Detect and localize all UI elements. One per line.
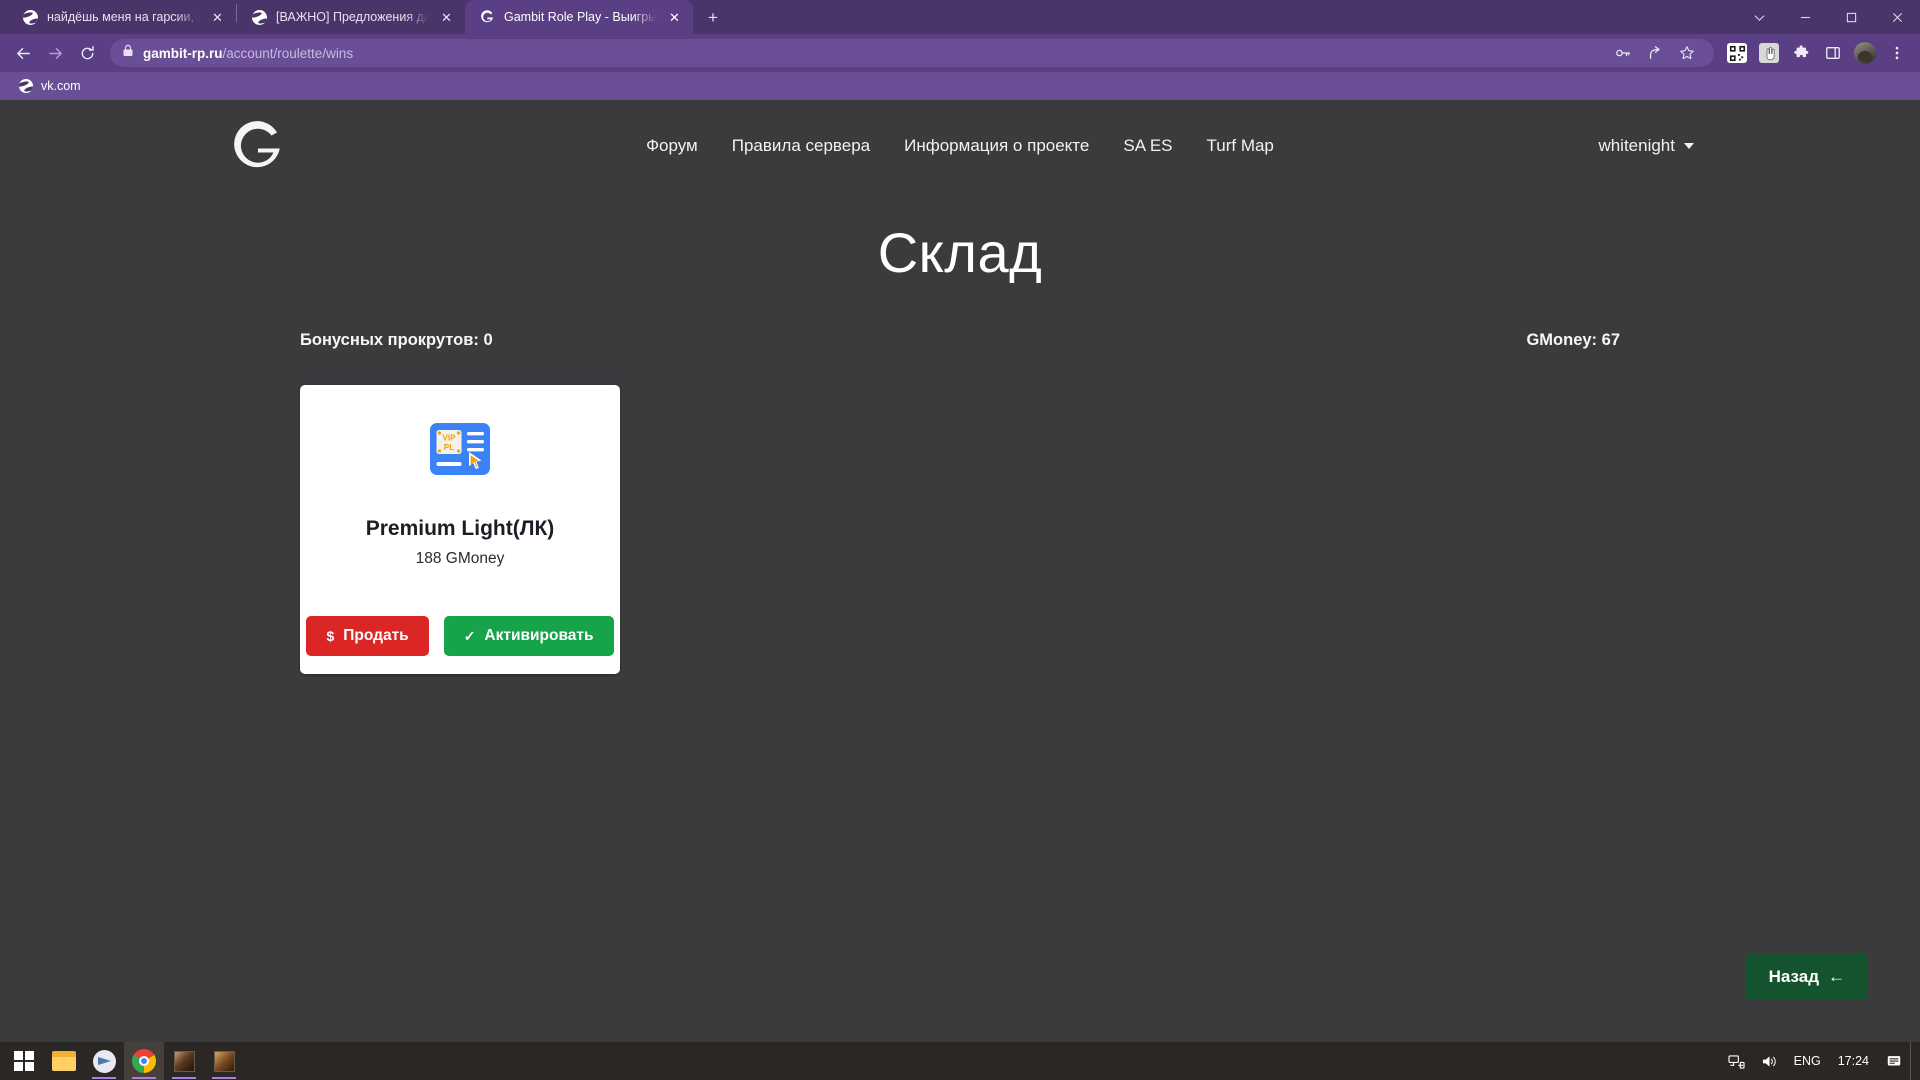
site-header: Форум Правила сервера Информация о проек… xyxy=(0,100,1920,192)
stats-row: Бонусных прокрутов: 0 GMoney: 67 xyxy=(0,331,1920,350)
address-bar[interactable]: gambit-rp.ru/account/roulette/wins xyxy=(110,39,1714,67)
nav-link-server-rules[interactable]: Правила сервера xyxy=(732,136,870,156)
nav-link-turf-map[interactable]: Turf Map xyxy=(1207,136,1274,156)
bookmarks-bar: vk.com xyxy=(0,72,1920,100)
bookmark-label: vk.com xyxy=(41,79,81,93)
share-icon[interactable] xyxy=(1640,38,1670,68)
hand-cursor-icon[interactable] xyxy=(1754,38,1784,68)
browser-tab-1[interactable]: найдёшь меня на гарсии, я там ✕ xyxy=(8,0,236,34)
sidepanel-icon[interactable] xyxy=(1818,38,1848,68)
globe-icon xyxy=(18,78,34,94)
gambit-icon xyxy=(479,9,495,25)
game-app-icon-1[interactable] xyxy=(164,1042,204,1080)
minimize-icon[interactable] xyxy=(1782,0,1828,34)
browser-tab-2[interactable]: [ВАЖНО] Предложения для пло ✕ xyxy=(237,0,465,34)
tab-close-icon[interactable]: ✕ xyxy=(438,9,455,26)
reload-icon[interactable] xyxy=(72,38,102,68)
dollar-icon: $ xyxy=(326,628,335,644)
checkmark-icon: ✓ xyxy=(463,627,476,644)
qr-code-icon[interactable] xyxy=(1722,38,1752,68)
game-app-icon-2[interactable] xyxy=(204,1042,244,1080)
lock-icon xyxy=(122,44,134,62)
maximize-icon[interactable] xyxy=(1828,0,1874,34)
bookmark-item-vk[interactable]: vk.com xyxy=(12,76,87,96)
user-name: whitenight xyxy=(1598,136,1675,155)
tab-title: Gambit Role Play - Выигрышные xyxy=(504,10,657,24)
file-explorer-icon[interactable] xyxy=(44,1042,84,1080)
nav-link-sa-es[interactable]: SA ES xyxy=(1123,136,1172,156)
activate-button-label: Активировать xyxy=(484,627,594,644)
new-tab-button[interactable]: + xyxy=(699,3,727,31)
windows-taskbar: ENG 17:24 xyxy=(0,1042,1920,1080)
omnibox-actions xyxy=(1608,38,1702,68)
tab-title: найдёшь меня на гарсии, я там xyxy=(47,10,200,24)
window-controls xyxy=(1736,0,1920,34)
item-name: Premium Light(ЛК) xyxy=(365,517,555,540)
system-tray: ENG 17:24 xyxy=(1720,1042,1920,1080)
url-path: /account/roulette/wins xyxy=(222,45,354,61)
tab-strip: найдёшь меня на гарсии, я там ✕ [ВАЖНО] … xyxy=(0,0,1920,34)
password-key-icon[interactable] xyxy=(1608,38,1638,68)
browser-tab-3-active[interactable]: Gambit Role Play - Выигрышные ✕ xyxy=(465,0,693,34)
inventory-item-card: VIP PL Premium Light(ЛК) 188 GMoney $ Пр… xyxy=(300,385,620,674)
show-desktop-button[interactable] xyxy=(1910,1042,1916,1080)
gambit-g-logo[interactable] xyxy=(226,115,306,177)
activate-button[interactable]: ✓ Активировать xyxy=(443,616,614,656)
profile-avatar[interactable] xyxy=(1850,38,1880,68)
page-title: Склад xyxy=(877,221,1043,284)
item-price: 188 GMoney xyxy=(415,550,505,567)
sell-button-label: Продать xyxy=(343,627,409,644)
forward-arrow-icon[interactable] xyxy=(40,38,70,68)
page-content: Форум Правила сервера Информация о проек… xyxy=(0,100,1920,1042)
notification-center-icon[interactable] xyxy=(1878,1042,1910,1080)
google-chrome-icon[interactable] xyxy=(124,1042,164,1080)
three-dot-menu-icon[interactable] xyxy=(1882,38,1912,68)
browser-toolbar: gambit-rp.ru/account/roulette/wins xyxy=(0,34,1920,72)
telegram-icon[interactable] xyxy=(84,1042,124,1080)
language-indicator[interactable]: ENG xyxy=(1786,1042,1829,1080)
back-button[interactable]: Назад ← xyxy=(1745,954,1868,1000)
left-arrow-icon: ← xyxy=(1828,967,1845,986)
chevron-down-icon[interactable] xyxy=(1736,0,1782,34)
nav-link-forum[interactable]: Форум xyxy=(646,136,698,156)
chevron-down-icon xyxy=(1684,143,1694,149)
volume-icon[interactable] xyxy=(1753,1042,1786,1080)
svg-text:PL: PL xyxy=(444,443,454,452)
close-icon[interactable] xyxy=(1874,0,1920,34)
item-actions: $ Продать ✓ Активировать xyxy=(306,616,614,656)
tab-close-icon[interactable]: ✕ xyxy=(666,9,683,26)
globe-icon xyxy=(251,9,267,25)
gmoney-stat: GMoney: 67 xyxy=(1526,331,1620,349)
windows-start-icon[interactable] xyxy=(4,1042,44,1080)
svg-text:VIP: VIP xyxy=(442,434,456,443)
puzzle-extension-icon[interactable] xyxy=(1786,38,1816,68)
sell-button[interactable]: $ Продать xyxy=(306,616,429,656)
globe-icon xyxy=(22,9,38,25)
url-text: gambit-rp.ru/account/roulette/wins xyxy=(143,46,353,61)
back-arrow-icon[interactable] xyxy=(8,38,38,68)
url-domain: gambit-rp.ru xyxy=(143,45,223,61)
network-icon[interactable] xyxy=(1720,1042,1753,1080)
back-button-label: Назад xyxy=(1768,967,1819,986)
browser-window: найдёшь меня на гарсии, я там ✕ [ВАЖНО] … xyxy=(0,0,1920,1080)
bonus-spins-stat: Бонусных прокрутов: 0 xyxy=(300,331,493,349)
vip-premium-light-card-icon: VIP PL xyxy=(425,415,495,485)
tab-close-icon[interactable]: ✕ xyxy=(209,9,226,26)
clock[interactable]: 17:24 xyxy=(1829,1042,1878,1080)
tab-title: [ВАЖНО] Предложения для пло xyxy=(276,10,429,24)
nav-link-project-info[interactable]: Информация о проекте xyxy=(904,136,1089,156)
user-menu[interactable]: whitenight xyxy=(1598,136,1694,156)
bookmark-star-icon[interactable] xyxy=(1672,38,1702,68)
inventory-items: VIP PL Premium Light(ЛК) 188 GMoney $ Пр… xyxy=(0,385,1920,674)
